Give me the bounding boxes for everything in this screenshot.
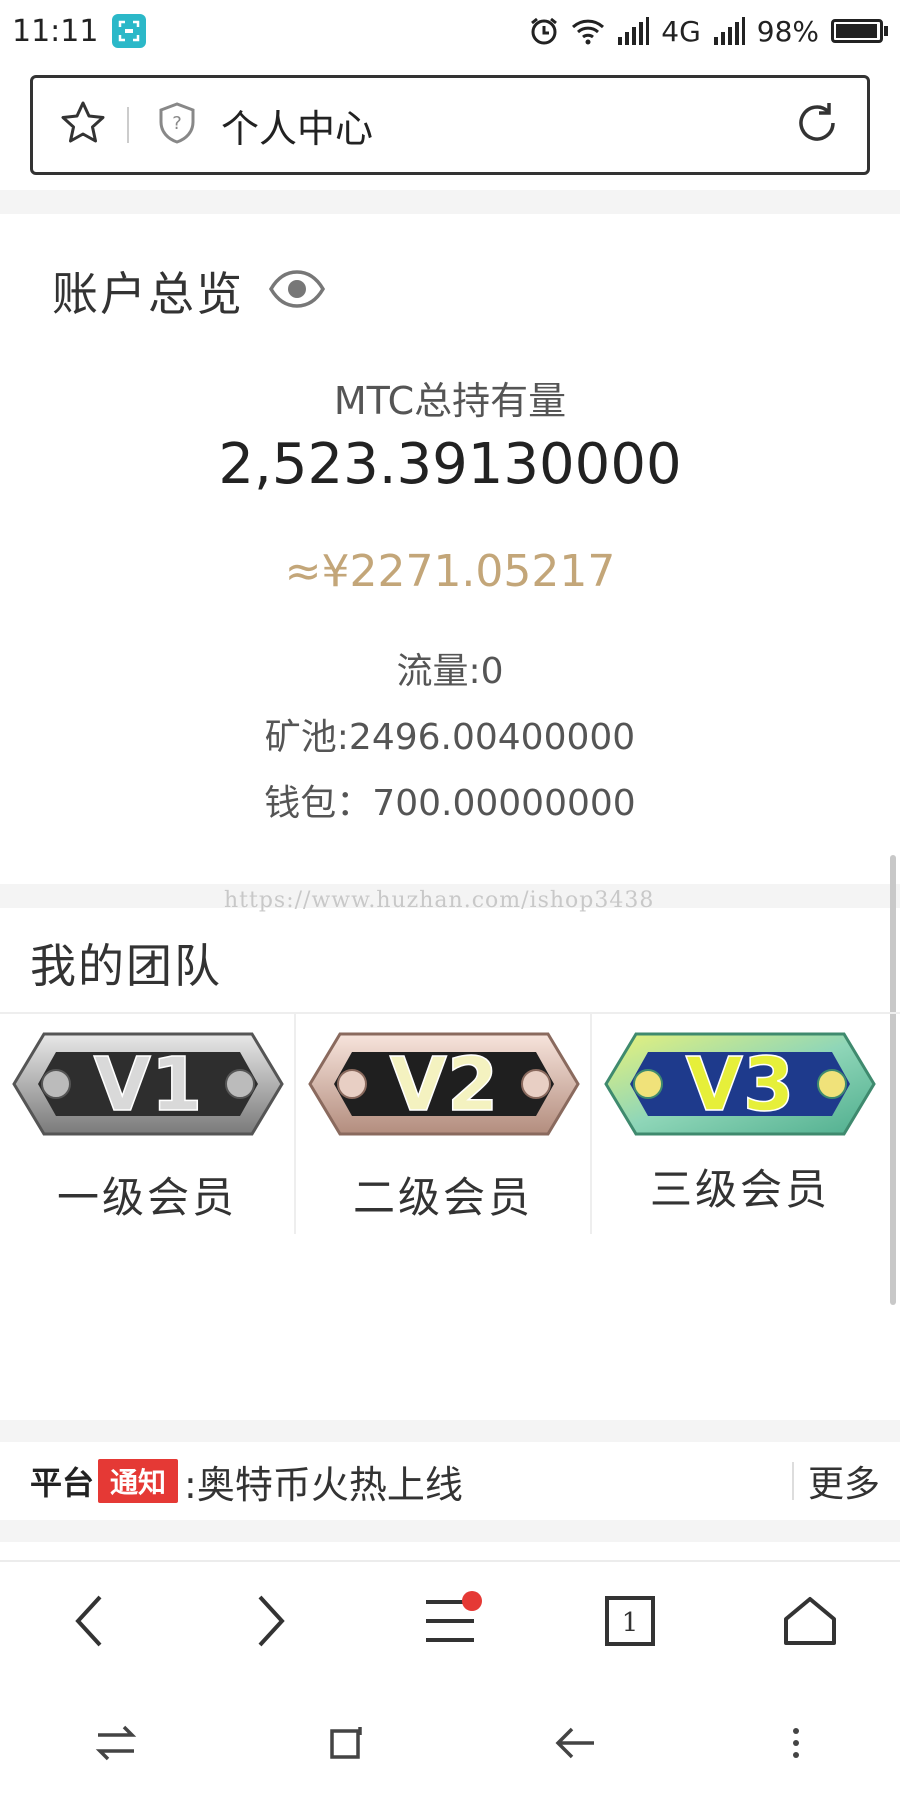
level-name: 二级会员	[352, 1173, 533, 1222]
svg-text:V2: V2	[390, 1042, 499, 1128]
more-vertical-icon[interactable]	[786, 1723, 806, 1767]
system-nav	[0, 1690, 900, 1800]
eye-icon[interactable]	[268, 269, 326, 313]
svg-text:V3: V3	[686, 1042, 795, 1128]
back-button[interactable]	[40, 1571, 140, 1671]
overview-title: 账户总览	[52, 267, 244, 321]
status-bar: 11:11 4G 98%	[0, 0, 900, 62]
browser-toolbar: 1	[0, 1560, 900, 1680]
pool-value: 矿池:2496.00400000	[264, 717, 636, 758]
v1-badge-icon: V1	[12, 1032, 284, 1136]
bookmark-star-icon[interactable]	[59, 99, 107, 151]
signal-icon	[713, 17, 745, 45]
level-grid: V1 一级会员 V2 二级会员 V3 三级会员	[0, 1014, 890, 1234]
watermark: https://www.huzhan.com/ishop3438	[224, 888, 655, 913]
tabs-button[interactable]: 1	[580, 1571, 680, 1671]
level-name: 一级会员	[56, 1173, 237, 1222]
back-arrow-icon[interactable]	[554, 1723, 598, 1767]
address-bar[interactable]: ? 个人中心	[30, 75, 870, 175]
v2-badge-icon: V2	[308, 1032, 580, 1136]
more-link[interactable]: 更多	[808, 1455, 880, 1507]
team-title: 我的团队	[30, 939, 222, 993]
notice-bar[interactable]: 平台 通知 :奥特币火热上线 更多	[0, 1442, 900, 1520]
battery-icon	[831, 19, 888, 43]
level-card-v2[interactable]: V2 二级会员	[296, 1014, 592, 1234]
svg-text:V1: V1	[94, 1042, 203, 1128]
section-divider	[0, 190, 900, 214]
divider	[791, 1462, 794, 1500]
holding-label: MTC总持有量	[333, 379, 567, 423]
notice-text[interactable]: :奥特币火热上线	[184, 1454, 463, 1509]
wifi-icon	[571, 17, 605, 45]
scrollbar[interactable]	[890, 855, 896, 1305]
section-divider	[0, 1420, 900, 1442]
holding-value: 2,523.39130000	[218, 432, 682, 497]
signal-icon	[617, 17, 650, 45]
notice-tag-platform: 平台	[30, 1464, 95, 1502]
status-time: 11:11	[12, 13, 99, 49]
v3-badge-icon: V3	[604, 1032, 876, 1136]
home-icon	[784, 1597, 836, 1645]
overview-header: 账户总览	[52, 258, 326, 324]
network-type: 4G	[661, 14, 701, 48]
section-divider	[0, 1520, 900, 1542]
refresh-icon[interactable]	[793, 99, 841, 151]
divider	[127, 107, 129, 143]
wallet-value: 钱包：700.00000000	[264, 783, 636, 824]
forward-button[interactable]	[220, 1571, 320, 1671]
notice-tag-notify: 通知	[98, 1459, 179, 1503]
level-card-v1[interactable]: V1 一级会员	[0, 1014, 296, 1234]
alarm-icon	[529, 16, 559, 46]
page-title[interactable]: 个人中心	[221, 98, 373, 153]
cny-value: ≈¥2271.05217	[284, 546, 616, 597]
switch-app-icon[interactable]	[94, 1723, 138, 1767]
security-shield-icon[interactable]: ?	[157, 101, 197, 149]
svg-text:?: ?	[172, 113, 182, 134]
level-name: 三级会员	[649, 1165, 830, 1214]
scan-app-icon	[112, 14, 147, 48]
battery-percent: 98%	[756, 14, 819, 48]
flow-value: 流量:0	[396, 651, 504, 692]
level-card-v3[interactable]: V3 三级会员	[592, 1014, 888, 1234]
menu-button[interactable]	[400, 1571, 500, 1671]
recent-apps-icon[interactable]	[326, 1723, 366, 1767]
home-button[interactable]	[760, 1571, 860, 1671]
tabs-icon: 1	[605, 1596, 655, 1646]
notification-dot	[462, 1591, 482, 1611]
chevron-right-icon	[258, 1595, 285, 1647]
chevron-left-icon	[75, 1595, 102, 1647]
svg-text:1: 1	[622, 1608, 639, 1638]
